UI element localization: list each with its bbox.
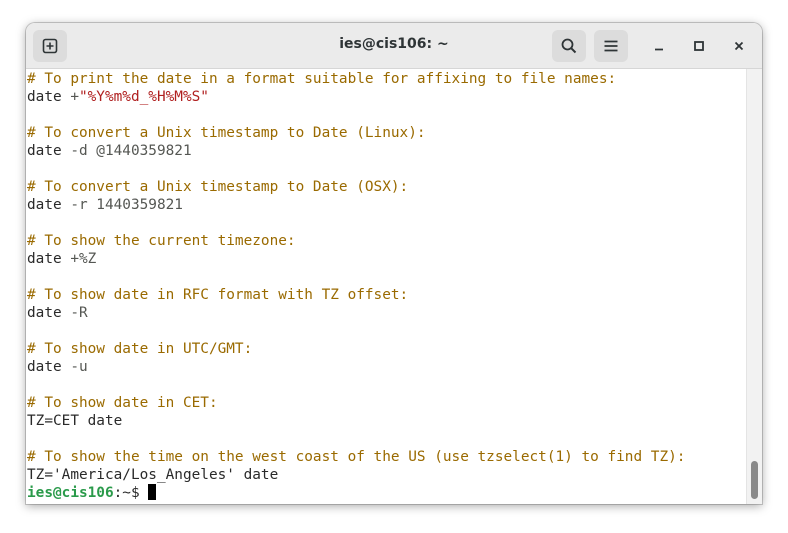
terminal-line: date -u bbox=[27, 358, 746, 376]
prompt-line[interactable]: ies@cis106:~$ bbox=[27, 484, 746, 502]
comment-text: # To show date in RFC format with TZ off… bbox=[27, 287, 409, 303]
prompt-path: :~$ bbox=[113, 485, 149, 501]
terminal-line: date -R bbox=[27, 304, 746, 322]
argument-text: -u bbox=[61, 359, 88, 375]
search-button[interactable] bbox=[552, 30, 586, 62]
comment-text: # To print the date in a format suitable… bbox=[27, 71, 617, 87]
command-text: date bbox=[27, 305, 62, 321]
argument-text: + bbox=[61, 89, 79, 105]
terminal-line: # To convert a Unix timestamp to Date (O… bbox=[27, 178, 746, 196]
command-text: date bbox=[27, 359, 62, 375]
minimize-button[interactable] bbox=[645, 32, 673, 60]
comment-text: # To show the time on the west coast of … bbox=[27, 449, 686, 465]
terminal-line: date +"%Y%m%d_%H%M%S" bbox=[27, 88, 746, 106]
comment-text: # To show date in CET: bbox=[27, 395, 218, 411]
terminal-line: # To print the date in a format suitable… bbox=[27, 70, 746, 88]
command-text: date bbox=[27, 143, 62, 159]
main-menu-button[interactable] bbox=[594, 30, 628, 62]
terminal-line: # To show the current timezone: bbox=[27, 232, 746, 250]
close-button[interactable] bbox=[725, 32, 753, 60]
search-icon bbox=[561, 38, 577, 54]
terminal-line: date -d @1440359821 bbox=[27, 142, 746, 160]
comment-text: # To convert a Unix timestamp to Date (O… bbox=[27, 179, 409, 195]
argument-text: -R bbox=[61, 305, 88, 321]
maximize-icon bbox=[694, 41, 704, 51]
comment-text: # To show the current timezone: bbox=[27, 233, 296, 249]
command-text: date bbox=[27, 197, 62, 213]
comment-text: # To show date in UTC/GMT: bbox=[27, 341, 253, 357]
terminal-line: TZ=CET date bbox=[27, 412, 746, 430]
terminal-line: date -r 1440359821 bbox=[27, 196, 746, 214]
terminal-line: # To show date in RFC format with TZ off… bbox=[27, 286, 746, 304]
terminal-line: TZ='America/Los_Angeles' date bbox=[27, 466, 746, 484]
terminal-line: # To convert a Unix timestamp to Date (L… bbox=[27, 124, 746, 142]
title-bar: ies@cis106: ~ bbox=[26, 23, 762, 69]
terminal-line: # To show date in UTC/GMT: bbox=[27, 340, 746, 358]
prompt-user-host: ies@cis106 bbox=[27, 485, 114, 501]
terminal-line: # To show date in CET: bbox=[27, 394, 746, 412]
terminal-window: ies@cis106: ~ # To print the date in a f… bbox=[26, 23, 762, 504]
hamburger-menu-icon bbox=[604, 40, 618, 52]
command-text: TZ=CET date bbox=[27, 413, 123, 429]
terminal-line: # To show the time on the west coast of … bbox=[27, 448, 746, 466]
command-text: TZ='America/Los_Angeles' date bbox=[27, 467, 279, 483]
argument-text: -r 1440359821 bbox=[61, 197, 183, 213]
vertical-scrollbar[interactable] bbox=[746, 69, 762, 504]
text-cursor bbox=[148, 484, 157, 500]
terminal-output[interactable]: # To print the date in a format suitable… bbox=[26, 69, 746, 504]
scrollbar-thumb[interactable] bbox=[751, 461, 758, 499]
minimize-icon bbox=[655, 48, 663, 51]
terminal-line: date +%Z bbox=[27, 250, 746, 268]
command-text: date bbox=[27, 89, 62, 105]
command-text: date bbox=[27, 251, 62, 267]
string-literal: "%Y%m%d_%H%M%S" bbox=[78, 89, 209, 105]
argument-text: +%Z bbox=[61, 251, 97, 267]
comment-text: # To convert a Unix timestamp to Date (L… bbox=[27, 125, 426, 141]
close-icon bbox=[734, 41, 744, 51]
maximize-button[interactable] bbox=[685, 32, 713, 60]
argument-text: -d @1440359821 bbox=[61, 143, 192, 159]
